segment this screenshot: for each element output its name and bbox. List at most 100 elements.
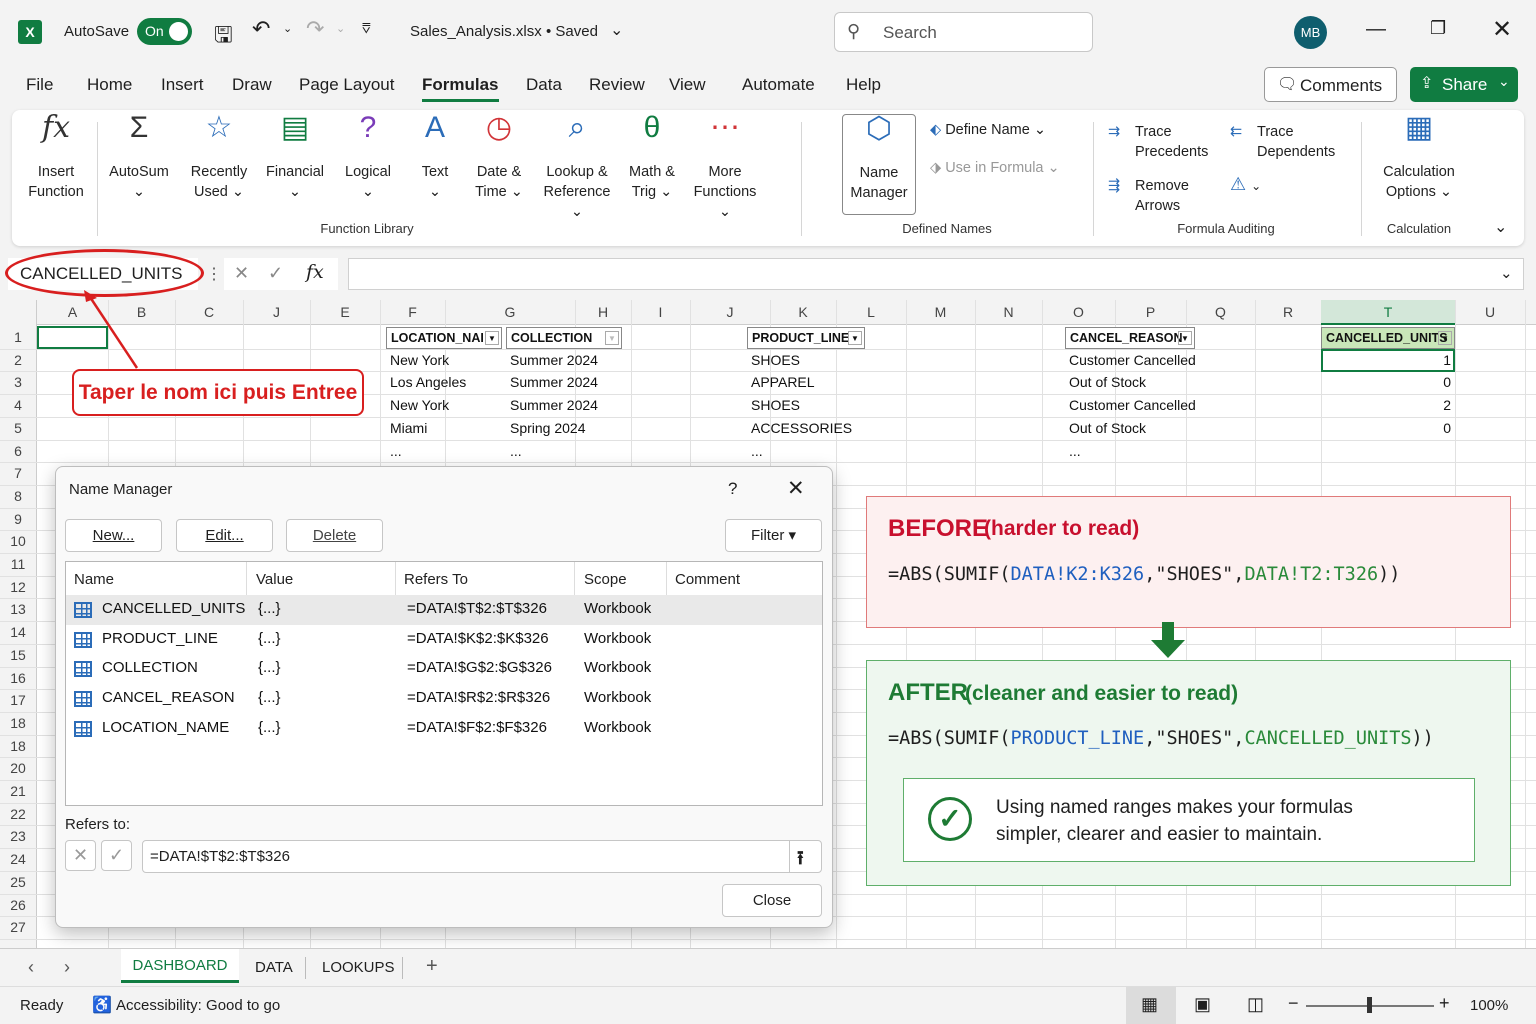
row-header[interactable]: 5	[0, 420, 36, 436]
more-options-icon[interactable]: ⋮	[206, 264, 222, 284]
name-row-value[interactable]: {...}	[258, 630, 281, 647]
row-header[interactable]: 26	[0, 897, 36, 913]
column-header[interactable]: E	[310, 300, 380, 324]
cell-cancel[interactable]: ...	[1069, 443, 1081, 459]
col-value[interactable]: Value	[256, 571, 293, 588]
next-sheet-icon[interactable]: ›	[64, 957, 70, 978]
recently-used-button[interactable]: ☆ Recently Used ⌄	[184, 113, 254, 202]
cell-cancelled-units[interactable]: 1	[1321, 352, 1451, 368]
financial-button[interactable]: ▤ Financial ⌄	[262, 113, 328, 202]
row-header[interactable]: 1	[0, 329, 36, 345]
cell-collection[interactable]: ...	[510, 443, 522, 459]
name-row-scope[interactable]: Workbook	[584, 600, 651, 617]
undo-dropdown-icon[interactable]: ⌄	[283, 22, 292, 35]
remove-arrows-button[interactable]: ⇶ Remove Arrows	[1108, 176, 1189, 216]
column-header[interactable]: U	[1455, 300, 1525, 324]
cell-cancelled-units[interactable]: 0	[1321, 374, 1451, 390]
row-header[interactable]: 16	[0, 670, 36, 686]
cell-location[interactable]: New York	[390, 352, 449, 368]
tab-data[interactable]: Data	[526, 75, 562, 95]
tab-home[interactable]: Home	[87, 75, 132, 95]
row-header[interactable]: 18	[0, 715, 36, 731]
autosum-button[interactable]: Σ AutoSum ⌄	[104, 113, 174, 202]
name-row-name[interactable]: LOCATION_NAME	[102, 719, 229, 736]
cell-cancel[interactable]: Customer Cancelled	[1069, 397, 1196, 413]
name-row-value[interactable]: {...}	[258, 689, 281, 706]
name-row-scope[interactable]: Workbook	[584, 659, 651, 676]
row-header[interactable]: 21	[0, 783, 36, 799]
cell-collection[interactable]: Spring 2024	[510, 420, 586, 436]
cell-location[interactable]: ...	[390, 443, 402, 459]
row-header[interactable]: 14	[0, 624, 36, 640]
error-checking-button[interactable]: ⚠ ⌄	[1230, 174, 1261, 195]
cell-collection[interactable]: Summer 2024	[510, 374, 598, 390]
zoom-level[interactable]: 100%	[1470, 997, 1508, 1014]
tab-review[interactable]: Review	[589, 75, 645, 95]
header-product-line[interactable]: PRODUCT_LINE ▼	[747, 327, 865, 349]
name-row-scope[interactable]: Workbook	[584, 630, 651, 647]
column-header[interactable]: L	[836, 300, 906, 324]
refers-to-input[interactable]: =DATA!$T$2:$T$326 ⭱	[142, 840, 822, 873]
sheet-tab-dashboard[interactable]: DASHBOARD	[121, 949, 239, 983]
cell-cancel[interactable]: Out of Stock	[1069, 420, 1146, 436]
name-row-value[interactable]: {...}	[258, 719, 281, 736]
column-header[interactable]: I	[631, 300, 690, 324]
share-button[interactable]: ⇪ Share ⌄	[1410, 67, 1518, 102]
name-row-refers[interactable]: =DATA!$G$2:$G$326	[407, 659, 552, 676]
row-header[interactable]: 27	[0, 919, 36, 935]
col-name[interactable]: Name	[74, 571, 114, 588]
cell-collection[interactable]: Summer 2024	[510, 352, 598, 368]
insert-function-icon[interactable]: fx	[306, 261, 324, 283]
row-header[interactable]: 7	[0, 465, 36, 481]
tab-insert[interactable]: Insert	[161, 75, 204, 95]
tab-view[interactable]: View	[669, 75, 706, 95]
row-header[interactable]: 13	[0, 601, 36, 617]
col-refers-to[interactable]: Refers To	[404, 571, 468, 588]
undo-icon[interactable]: ↶	[252, 16, 270, 42]
cell-cancel[interactable]: Out of Stock	[1069, 374, 1146, 390]
edit-button[interactable]: Edit...	[176, 519, 273, 552]
delete-button[interactable]: Delete	[286, 519, 383, 552]
tab-automate[interactable]: Automate	[742, 75, 815, 95]
tab-file[interactable]: File	[26, 75, 53, 95]
insert-function-button[interactable]: fx Insert Function	[20, 113, 92, 202]
cell-product[interactable]: SHOES	[751, 397, 800, 413]
row-header[interactable]: 3	[0, 374, 36, 390]
header-location[interactable]: LOCATION_NAI ▼	[386, 327, 502, 349]
row-header[interactable]: 8	[0, 488, 36, 504]
close-button[interactable]: Close	[722, 884, 822, 917]
column-header[interactable]: P	[1115, 300, 1186, 324]
minimize-icon[interactable]: —	[1366, 18, 1386, 41]
cell-cancelled-units[interactable]: 0	[1321, 420, 1451, 436]
name-row-scope[interactable]: Workbook	[584, 719, 651, 736]
trace-dependents-button[interactable]: ⇇ Trace Dependents	[1230, 122, 1335, 162]
filter-dropdown-icon[interactable]: ▼	[848, 331, 862, 345]
sheet-tab-data[interactable]: DATA	[255, 959, 293, 976]
file-menu-chevron-icon[interactable]: ⌄	[610, 20, 623, 40]
col-comment[interactable]: Comment	[675, 571, 740, 588]
formula-input[interactable]	[348, 258, 1524, 290]
row-header[interactable]: 11	[0, 556, 36, 572]
confirm-edit-button[interactable]: ✓	[101, 840, 132, 871]
column-header[interactable]: H	[575, 300, 631, 324]
tab-draw[interactable]: Draw	[232, 75, 272, 95]
comments-button[interactable]: 🗨 Comments	[1264, 67, 1397, 102]
avatar[interactable]: MB	[1294, 16, 1327, 49]
close-dialog-icon[interactable]: ✕	[787, 476, 805, 501]
zoom-in-icon[interactable]: +	[1439, 993, 1450, 1014]
column-header[interactable]: R	[1255, 300, 1321, 324]
name-row-name[interactable]: CANCEL_REASON	[102, 689, 235, 706]
zoom-out-icon[interactable]: −	[1288, 993, 1299, 1014]
col-scope[interactable]: Scope	[584, 571, 627, 588]
row-header[interactable]: 12	[0, 579, 36, 595]
accessibility-status[interactable]: Accessibility: Good to go	[116, 997, 280, 1014]
filter-dropdown-icon[interactable]: ▼	[485, 331, 499, 345]
name-manager-button[interactable]: ⬡ Name Manager	[842, 114, 916, 215]
column-header[interactable]: J	[690, 300, 770, 324]
name-row-refers[interactable]: =DATA!$F$2:$F$326	[407, 719, 547, 736]
cell-product[interactable]: ACCESSORIES	[751, 420, 852, 436]
row-header[interactable]: 6	[0, 443, 36, 459]
cell-product[interactable]: ...	[751, 443, 763, 459]
zoom-slider-thumb[interactable]	[1367, 997, 1372, 1013]
name-row-refers[interactable]: =DATA!$T$2:$T$326	[407, 600, 547, 617]
